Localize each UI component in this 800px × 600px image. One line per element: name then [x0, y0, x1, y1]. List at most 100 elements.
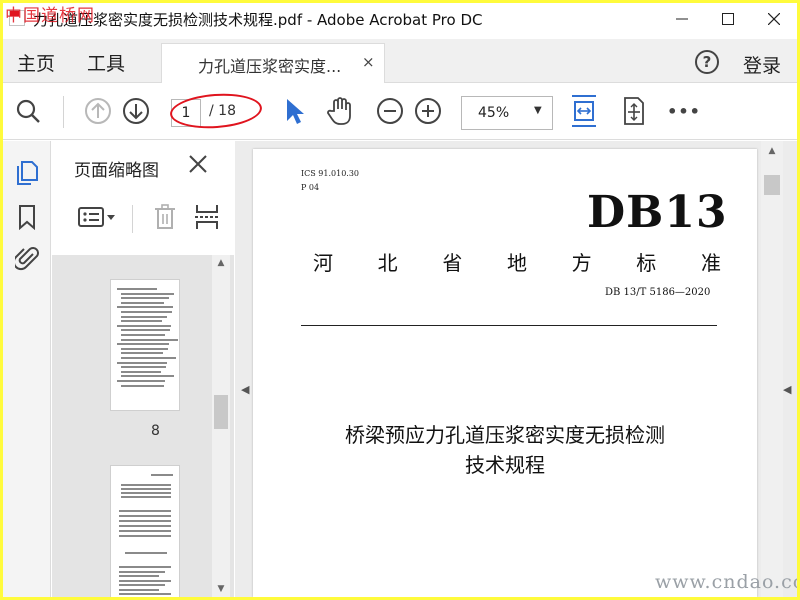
zoom-value: 45% [478, 105, 510, 121]
heading-char: 准 [700, 251, 721, 275]
panel-divider [132, 205, 133, 233]
arrow-down-circle-icon [123, 98, 149, 124]
thumbnail-text-line [121, 375, 174, 378]
page-thumbnail[interactable] [110, 465, 180, 597]
scroll-up-arrow[interactable]: ▲ [212, 255, 230, 271]
zoom-select[interactable]: 45% ▼ [461, 96, 553, 130]
thumbnail-text-line [121, 297, 169, 300]
thumbnail-text-line [119, 575, 159, 577]
thumbnail-options-button[interactable] [76, 203, 118, 231]
ics-code: ICS 91.010.30 [301, 169, 360, 178]
document-scrollbar[interactable]: ▲ [761, 141, 783, 597]
thumbnail-text-line [119, 515, 171, 517]
thumbnail-text-line [117, 324, 171, 327]
thumbnails-scrollbar[interactable]: ▲ ▼ [212, 255, 230, 597]
collapse-left-panel-handle[interactable]: ◀ [241, 383, 249, 396]
red-highlight-ellipse [168, 90, 264, 132]
watermark-bottom-right: www.cndao.com [655, 571, 797, 593]
window-title: 力孔道压浆密实度无损检测技术规程.pdf - Adobe Acrobat Pro… [33, 11, 483, 29]
help-icon[interactable]: ? [695, 50, 719, 74]
thumbnail-text-line [121, 292, 174, 295]
pdf-page: ICS 91.010.30 P 04 DB13 河 北 省 地 方 标 准 DB… [253, 149, 757, 597]
document-tab-close-button[interactable]: × [362, 53, 375, 71]
toolbar-divider [63, 96, 64, 128]
heading-char: 省 [442, 251, 463, 275]
close-window-button[interactable] [751, 3, 797, 35]
insert-page-button[interactable] [192, 203, 222, 231]
scroll-down-arrow[interactable]: ▼ [212, 581, 230, 597]
hand-tool-button[interactable] [325, 96, 355, 126]
thumbnail-text-line [121, 334, 165, 336]
minimize-button[interactable] [659, 3, 705, 35]
document-title-line-1: 桥梁预应力孔道压浆密实度无损检测 [345, 423, 665, 447]
panel-close-button[interactable] [189, 151, 207, 179]
search-button[interactable] [13, 96, 43, 126]
thumbnail-text-line [117, 306, 173, 309]
page-thumbnail[interactable] [110, 279, 180, 411]
next-page-button[interactable] [121, 96, 151, 126]
bookmark-icon [19, 205, 35, 230]
thumbnail-text-line [121, 484, 171, 486]
thumbnail-text-line [125, 552, 167, 554]
thumbnail-text-line [151, 474, 173, 476]
login-button[interactable]: 登录 [743, 51, 781, 78]
previous-page-button[interactable] [83, 96, 113, 126]
cursor-arrow-icon [287, 99, 304, 124]
thumbnail-text-line [121, 329, 170, 332]
fit-width-icon [572, 95, 596, 127]
chevron-down-icon: ▼ [534, 105, 542, 116]
page-thumbnails-rail-button[interactable] [13, 159, 41, 187]
close-icon [768, 13, 780, 25]
scroll-mode-button[interactable] [619, 96, 649, 126]
scrollbar-thumb[interactable] [764, 175, 780, 195]
thumbnails-list: 8 ▲ ▼ [52, 255, 234, 597]
hand-icon [327, 97, 351, 125]
maximize-icon [722, 13, 734, 25]
zoom-out-button[interactable] [375, 96, 405, 126]
thumbnail-text-line [119, 520, 171, 522]
collapse-right-panel-handle[interactable]: ◀ [783, 383, 791, 396]
db-code: DB13 [587, 187, 728, 238]
main-toolbar: 1 / 18 45% ▼ ••• [3, 84, 797, 140]
thumbnail-text-line [119, 510, 171, 512]
bookmarks-rail-button[interactable] [13, 203, 41, 231]
paperclip-icon [15, 247, 39, 271]
page-thumbnail-label: 8 [151, 423, 160, 439]
close-icon [189, 155, 207, 173]
heading-char: 北 [377, 251, 398, 275]
watermark-top-left: 中国道桥网 [5, 6, 95, 26]
thumbnail-text-line [121, 492, 171, 494]
p-code: P 04 [301, 183, 320, 192]
thumbnail-text-line [121, 311, 172, 313]
arrow-up-circle-icon [85, 98, 111, 124]
thumbnail-text-line [121, 352, 163, 355]
document-tab[interactable]: 力孔道压浆密实度... × [161, 43, 385, 83]
document-view: ◀ ICS 91.010.30 P 04 DB13 河 北 省 地 方 标 准 … [235, 141, 797, 597]
maximize-button[interactable] [705, 3, 751, 35]
thumbnail-text-line [119, 593, 171, 595]
heading-char: 地 [506, 251, 527, 275]
select-tool-button[interactable] [279, 96, 309, 126]
thumbnail-text-line [121, 366, 166, 369]
menu-tools[interactable]: 工具 [87, 49, 125, 76]
scroll-up-arrow[interactable]: ▲ [763, 143, 781, 159]
zoom-in-button[interactable] [413, 96, 443, 126]
attachments-rail-button[interactable] [13, 245, 41, 273]
menu-home[interactable]: 主页 [17, 49, 55, 76]
thumbnail-text-line [119, 566, 171, 568]
page-thumbnails-panel: 页面缩略图 8 ▲ ▼ [52, 141, 234, 597]
zoom-out-icon [377, 98, 403, 124]
left-rail [3, 141, 51, 597]
more-tools-button[interactable]: ••• [667, 96, 700, 126]
scrollbar-thumb[interactable] [214, 395, 228, 429]
thumbnail-text-line [117, 343, 169, 346]
tab-bar: 主页 工具 力孔道压浆密实度... × ? 登录 [3, 39, 797, 83]
options-menu-icon [78, 207, 115, 227]
fit-width-button[interactable] [569, 95, 599, 127]
thumbnail-text-line [119, 579, 171, 582]
title-bar: 力孔道压浆密实度无损检测技术规程.pdf - Adobe Acrobat Pro… [3, 3, 797, 35]
search-icon [16, 99, 40, 123]
panel-title: 页面缩略图 [74, 161, 159, 181]
heading-char: 标 [636, 251, 657, 275]
delete-page-button[interactable] [150, 203, 180, 231]
